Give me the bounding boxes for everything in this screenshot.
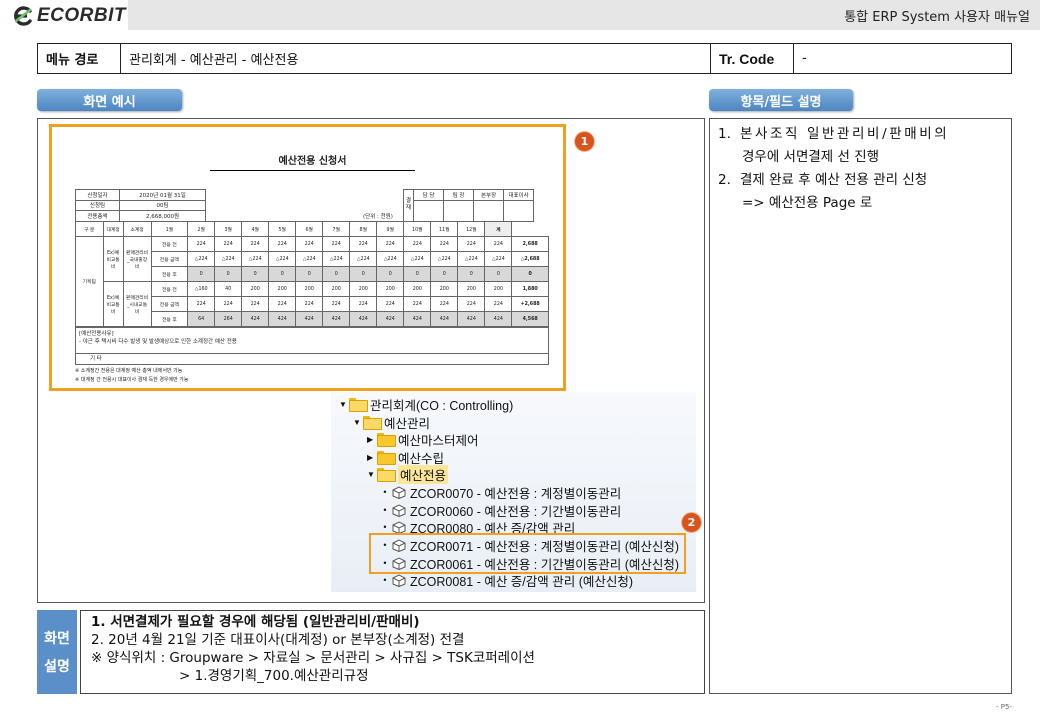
- expand-down-icon[interactable]: ▼: [353, 418, 363, 427]
- tree-item-label: 예산마스터제어: [398, 433, 479, 448]
- field-item-text: 결제 완료 후 예산 전용 관리 신청: [740, 172, 928, 188]
- form-highlight-box: [49, 124, 566, 391]
- expand-down-icon[interactable]: ▼: [367, 470, 377, 479]
- logo-text: ECORBIT: [37, 5, 126, 26]
- tree-folder-item[interactable]: ▶ 예산수립: [367, 448, 444, 466]
- field-item: 2. 결제 완료 후 예산 전용 관리 신청: [718, 169, 1003, 192]
- screen-example-heading: 화면 예시: [37, 89, 182, 111]
- screen-description-box: 1. 서면결제가 필요할 경우에 해당됨 (일반관리비/판매비) 2. 20년 …: [80, 610, 705, 694]
- tree-item-label: 관리회계(CO : Controlling): [370, 398, 514, 413]
- tree-folder-item[interactable]: ▶ 예산마스터제어: [367, 430, 479, 448]
- folder-icon: [377, 451, 396, 465]
- bullet-icon: •: [383, 522, 387, 532]
- page-number: - P5-: [996, 703, 1012, 711]
- tree-highlight-box: [369, 533, 686, 574]
- bullet-icon: •: [383, 575, 387, 585]
- desc-line-1: 1. 서면결제가 필요할 경우에 해당됨 (일반관리비/판매비): [91, 614, 420, 630]
- tree-folder-item[interactable]: ▼ 예산전용: [367, 464, 449, 484]
- field-description-heading: 항목/필드 설명: [709, 89, 853, 111]
- callout-badge-2: 2: [682, 513, 701, 532]
- tree-transaction-item[interactable]: • ZCOR0060 - 예산전용 : 기간별이동관리: [379, 501, 621, 519]
- tree-item-label: 예산전용: [398, 464, 449, 484]
- field-item-continuation: => 예산전용 Page 로: [742, 195, 873, 211]
- field-item: 1. 본사조직 일반관리비/판매비의: [718, 123, 1003, 146]
- menu-path-label: 메뉴 경로: [38, 44, 121, 73]
- transaction-cube-icon: [392, 573, 406, 587]
- expand-right-icon[interactable]: ▶: [367, 453, 377, 462]
- desc-line-2: 2. 20년 4월 21일 기준 대표이사(대계정) or 본부장(소계정) 전…: [91, 632, 465, 648]
- transaction-cube-icon: [392, 520, 406, 534]
- document-title: 통합 ERP System 사용자 매뉴얼: [844, 10, 1030, 25]
- screen-description-label: 화면 설명: [37, 610, 77, 694]
- callout-badge-1: 1: [575, 132, 594, 151]
- tr-code-label: Tr. Code: [711, 44, 794, 73]
- bullet-icon: •: [383, 487, 387, 497]
- company-logo: ECORBIT: [12, 5, 126, 27]
- tree-folder-item[interactable]: ▼ 예산관리: [353, 413, 430, 431]
- folder-icon: [377, 433, 396, 447]
- expand-right-icon[interactable]: ▶: [367, 435, 377, 444]
- field-item-number: 1.: [718, 126, 731, 142]
- expand-down-icon[interactable]: ▼: [339, 400, 349, 409]
- desc-line-3: ※ 양식위치 : Groupware > 자료실 > 문서관리 > 사규집 > …: [91, 650, 535, 666]
- field-description-box: 1. 본사조직 일반관리비/판매비의 경우에 서면결제 선 진행 2. 결제 완…: [709, 118, 1012, 694]
- tree-item-label: ZCOR0070 - 예산전용 : 계정별이동관리: [410, 486, 622, 501]
- folder-open-icon: [363, 416, 382, 430]
- desc-side-top: 화면: [44, 631, 70, 647]
- transaction-cube-icon: [392, 485, 406, 499]
- tr-code-value: -: [802, 51, 807, 66]
- field-item-number: 2.: [718, 172, 731, 188]
- field-item-text: 본사조직 일반관리비/판매비의: [740, 126, 950, 142]
- desc-side-bottom: 설명: [44, 659, 70, 675]
- bullet-icon: •: [383, 505, 387, 515]
- folder-open-icon: [377, 468, 396, 482]
- desc-line-4: > 1.경영기획_700.예산관리규정: [179, 668, 369, 684]
- menu-path-value: 관리회계 - 예산관리 - 예산전용: [121, 44, 711, 73]
- transaction-cube-icon: [392, 503, 406, 517]
- tree-transaction-item[interactable]: • ZCOR0070 - 예산전용 : 계정별이동관리: [379, 483, 621, 501]
- ecorbit-logo-icon: [14, 6, 32, 26]
- menu-path-row: 메뉴 경로 관리회계 - 예산관리 - 예산전용 Tr. Code -: [37, 43, 1012, 74]
- folder-open-icon: [349, 398, 368, 412]
- tree-folder-item[interactable]: ▼ 관리회계(CO : Controlling): [339, 395, 513, 413]
- field-item-continuation: 경우에 서면결제 선 진행: [742, 149, 880, 165]
- title-bar: 통합 ERP System 사용자 매뉴얼: [128, 0, 1040, 30]
